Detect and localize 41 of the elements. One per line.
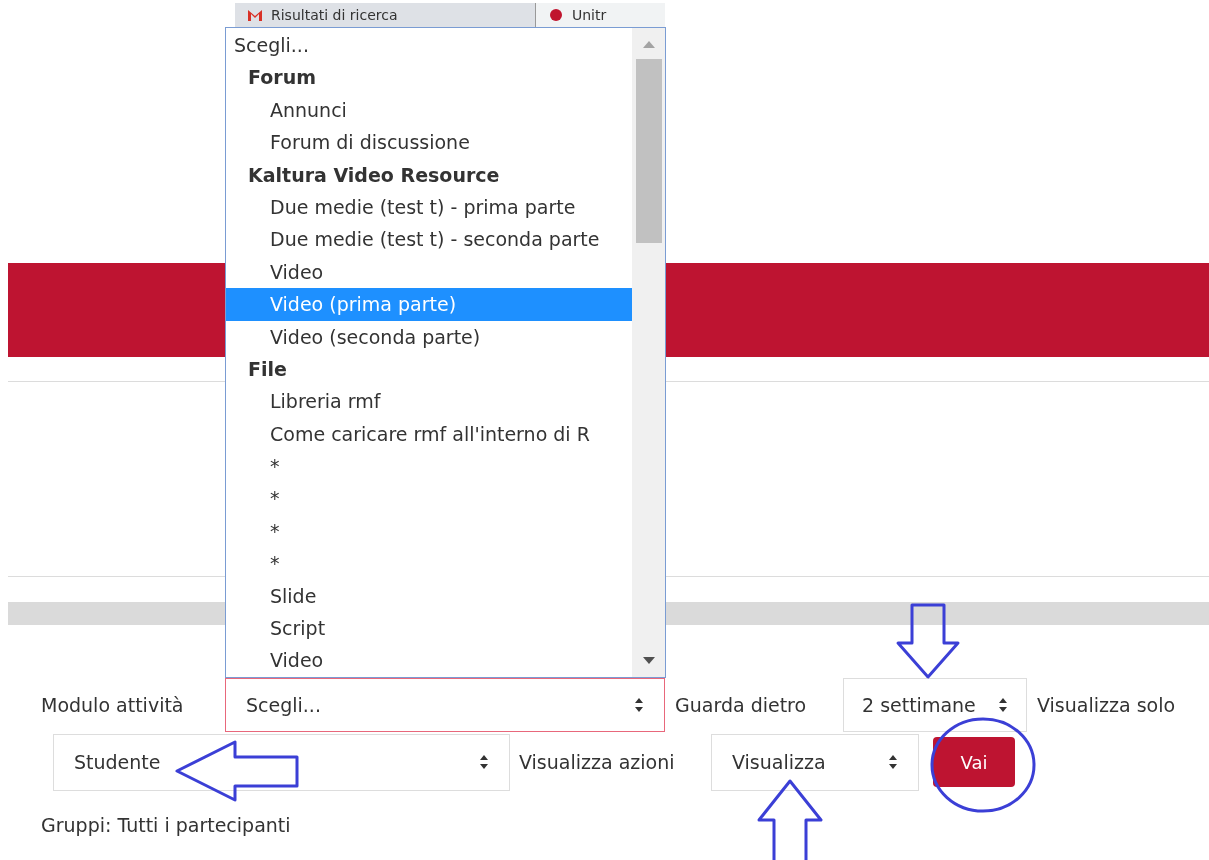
- dropdown-option[interactable]: Due medie (test t) - seconda parte: [226, 223, 632, 256]
- look-back-select[interactable]: 2 settimane: [843, 678, 1027, 732]
- dropdown-option[interactable]: Due medie (test t) - prima parte: [226, 190, 632, 224]
- option-group-label: Forum: [247, 65, 317, 91]
- scroll-up-icon[interactable]: [641, 39, 656, 49]
- dropdown-option[interactable]: Video: [226, 255, 632, 289]
- dropdown-option[interactable]: Script: [226, 612, 632, 645]
- scrollbar[interactable]: [632, 28, 665, 677]
- show-actions-select[interactable]: Visualizza: [711, 733, 919, 791]
- show-only-select[interactable]: Studente: [53, 733, 510, 791]
- dropdown-option[interactable]: Libreria rmf: [226, 385, 632, 418]
- tab-title: Risultati di ricerca: [271, 5, 398, 25]
- scroll-down-icon[interactable]: [641, 656, 656, 666]
- activity-module-select[interactable]: Scegli...: [225, 678, 665, 732]
- tab-title: Unitr: [572, 5, 607, 25]
- dropdown-option[interactable]: Slide: [226, 579, 632, 613]
- sort-arrows-icon: [998, 697, 1008, 713]
- dropdown-option[interactable]: *: [226, 514, 632, 548]
- sort-arrows-icon: [888, 754, 898, 770]
- dropdown-option[interactable]: Come caricare rmf all'interno di R: [226, 417, 632, 451]
- scrollbar-thumb[interactable]: [635, 59, 662, 243]
- option-group-label: File: [247, 356, 288, 382]
- field-label: Visualizza azioni: [519, 749, 676, 775]
- dropdown-option[interactable]: *: [226, 450, 632, 483]
- go-button[interactable]: Vai: [933, 737, 1015, 787]
- dropdown-option[interactable]: Video: [226, 644, 632, 677]
- dropdown-option[interactable]: *: [226, 547, 632, 580]
- option-group-label: Kaltura Video Resource: [247, 162, 501, 188]
- dropdown-option[interactable]: Video (seconda parte): [226, 320, 632, 353]
- dropdown-option[interactable]: Annunci: [226, 93, 632, 127]
- dropdown-option[interactable]: Forum di discussione: [226, 126, 632, 159]
- field-label: Guarda dietro: [675, 692, 808, 718]
- groups-text: Gruppi: Tutti i partecipanti: [41, 813, 291, 838]
- mail-icon: [247, 8, 263, 22]
- sort-arrows-icon: [479, 754, 489, 770]
- browser-tab[interactable]: Risultati di ricerca: [235, 3, 535, 27]
- dropdown-option[interactable]: Scegli...: [226, 29, 632, 62]
- dropdown-option[interactable]: *: [226, 482, 632, 515]
- sort-arrows-icon: [634, 697, 644, 713]
- field-label: Visualizza solo: [1037, 692, 1176, 718]
- field-label: Modulo attività: [41, 692, 185, 718]
